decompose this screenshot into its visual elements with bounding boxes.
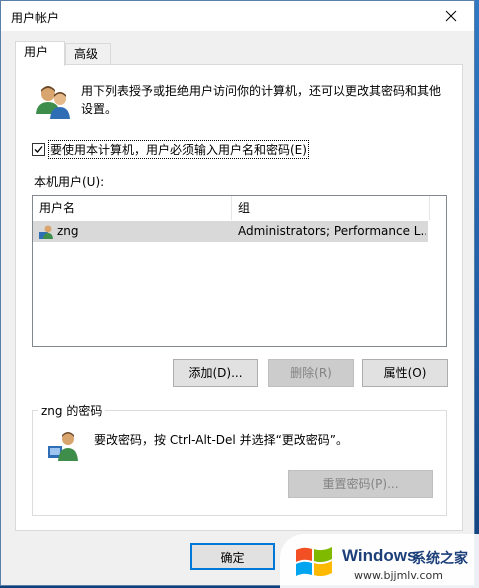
close-button[interactable] [428,1,474,31]
list-header: 用户名 组 [33,196,446,220]
table-row[interactable]: zng Administrators; Performance L... [33,221,428,242]
user-icon [39,225,53,239]
user-accounts-dialog: 用户帐户 用户 高级 用下列表授予或拒绝用户访问你的计算机，还可以更改其密码和其… [0,0,475,586]
password-groupbox [32,410,447,516]
users-icon [36,86,70,119]
users-list[interactable]: 用户名 组 zng Administrators; Performance L.… [32,195,447,347]
users-tab-panel: 用下列表授予或拒绝用户访问你的计算机，还可以更改其密码和其他设置。 要使用本计算… [15,64,463,531]
ok-button[interactable]: 确定 [190,543,275,570]
watermark-title: Windows [342,546,417,565]
column-username[interactable]: 用户名 [33,196,231,220]
password-instructions: 要改密码，按 Ctrl-Alt-Del 并选择“更改密码”。 [94,433,349,447]
windows-logo-icon [296,547,332,577]
require-login-row: 要使用本计算机，用户必须输入用户名和密码(E) [32,140,309,159]
require-login-checkbox[interactable] [32,143,45,156]
watermark-subtitle: 系统之家 [412,551,468,567]
checkmark-icon [34,146,43,153]
window-title: 用户帐户 [11,11,60,25]
column-divider[interactable] [429,196,430,220]
add-button[interactable]: 添加(D)... [173,359,258,387]
properties-button[interactable]: 属性(O) [362,359,448,387]
column-group[interactable]: 组 [232,196,429,220]
tab-advanced[interactable]: 高级 [65,43,111,65]
watermark-url: www.bjjmlv.com [354,569,443,582]
site-watermark: Windows 系统之家 www.bjjmlv.com [280,534,479,588]
user-icon [48,432,78,461]
close-icon [445,10,457,22]
remove-button[interactable]: 删除(R) [268,359,354,387]
tab-users[interactable]: 用户 [15,41,65,66]
local-users-label: 本机用户(U): [34,175,105,189]
reset-password-button[interactable]: 重置密码(P)... [288,470,433,498]
title-bar: 用户帐户 [1,1,474,31]
description-text: 用下列表授予或拒绝用户访问你的计算机，还可以更改其密码和其他设置。 [81,84,442,116]
password-group-title: zng 的密码 [38,402,106,419]
require-login-label[interactable]: 要使用本计算机，用户必须输入用户名和密码(E) [48,140,309,159]
cell-username: zng [57,224,79,238]
cell-group: Administrators; Performance L... [238,224,426,238]
